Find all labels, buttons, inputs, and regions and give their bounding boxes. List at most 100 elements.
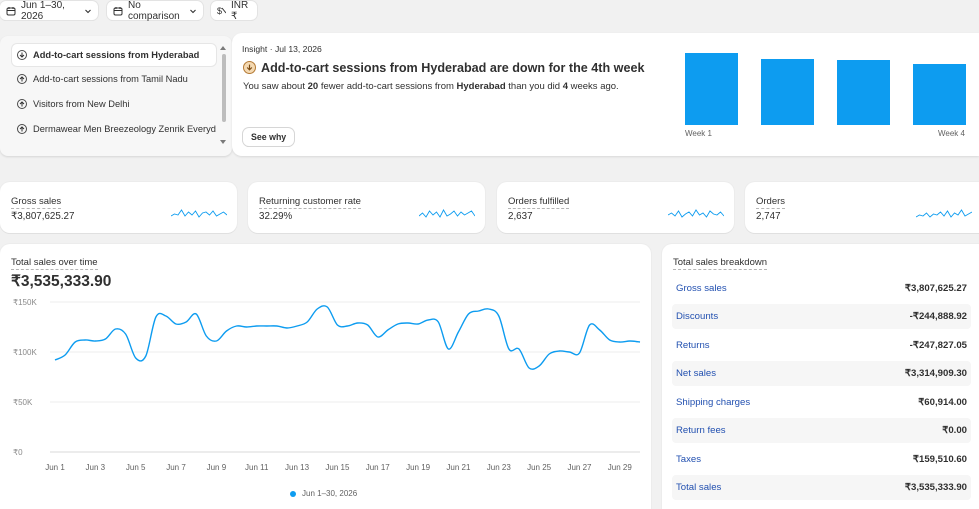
insight-item-label: Dermawear Men Breezeology Zenrik Everyd.… bbox=[33, 124, 216, 134]
insight-meta: Insight · Jul 13, 2026 bbox=[242, 44, 322, 54]
breakdown-row: Return fees ₹0.00 bbox=[672, 418, 971, 443]
week-bar bbox=[837, 60, 890, 125]
x-tick-label: Jun 17 bbox=[366, 463, 391, 472]
breakdown-link[interactable]: Shipping charges bbox=[676, 397, 750, 408]
breakdown-row: Gross sales ₹3,807,625.27 bbox=[672, 276, 971, 301]
see-why-button[interactable]: See why bbox=[243, 128, 295, 146]
breakdown-link[interactable]: Discounts bbox=[676, 311, 718, 322]
x-tick-label: Jun 3 bbox=[86, 463, 106, 472]
metric-card-orders-fulfilled[interactable]: Orders fulfilled 2,637 bbox=[497, 182, 734, 233]
y-tick-label: ₹0 bbox=[13, 448, 23, 457]
comparison-button[interactable]: No comparison bbox=[107, 0, 203, 22]
x-tick-label: Jun 5 bbox=[126, 463, 146, 472]
x-tick-label: Jun 7 bbox=[166, 463, 186, 472]
insight-item-label: Add-to-cart sessions from Tamil Nadu bbox=[33, 74, 188, 84]
metric-card-orders[interactable]: Orders 2,747 bbox=[745, 182, 979, 233]
sparkline bbox=[668, 209, 724, 218]
insight-detail-panel: Insight · Jul 13, 2026 Add-to-cart sessi… bbox=[232, 33, 979, 156]
breakdown-link[interactable]: Return fees bbox=[676, 425, 726, 436]
total-sales-chart-card: Total sales over time ₹3,535,333.90 ₹150… bbox=[0, 244, 651, 509]
x-tick-label: Jun 25 bbox=[527, 463, 552, 472]
breakdown-link[interactable]: Taxes bbox=[676, 454, 701, 465]
metric-card-gross-sales[interactable]: Gross sales ₹3,807,625.27 bbox=[0, 182, 237, 233]
currency-exchange-icon: $ bbox=[217, 6, 226, 15]
breakdown-link[interactable]: Returns bbox=[676, 340, 710, 351]
metric-title: Orders bbox=[756, 196, 786, 209]
week-bar bbox=[761, 59, 814, 125]
series-line bbox=[54, 305, 641, 370]
desc-city: Hyderabad bbox=[456, 81, 506, 92]
breakdown-value: -₹244,888.92 bbox=[909, 311, 967, 322]
metric-card-returning-customer-rate[interactable]: Returning customer rate 32.29% bbox=[248, 182, 485, 233]
metric-title: Orders fulfilled bbox=[508, 196, 570, 209]
insight-item-label: Visitors from New Delhi bbox=[33, 99, 130, 109]
currency-button[interactable]: $ INR ₹ bbox=[211, 0, 257, 22]
arrow-down-circle-icon bbox=[243, 61, 256, 74]
desc-text: than you did bbox=[505, 81, 563, 92]
sparkline bbox=[916, 209, 972, 218]
x-tick-label: Jun 29 bbox=[608, 463, 633, 472]
x-tick-label: Jun 1 bbox=[45, 463, 65, 472]
breakdown-value: ₹60,914.00 bbox=[918, 397, 967, 408]
insight-description: You saw about 20 fewer add-to-cart sessi… bbox=[243, 81, 619, 92]
desc-count: 20 bbox=[307, 81, 319, 92]
breakdown-value: ₹3,807,625.27 bbox=[904, 283, 967, 294]
metric-value: ₹3,807,625.27 bbox=[11, 211, 75, 222]
x-tick-label: Jun 21 bbox=[446, 463, 471, 472]
y-tick-label: ₹50K bbox=[13, 398, 33, 407]
chevron-down-icon bbox=[190, 9, 196, 13]
x-tick-label: Jun 23 bbox=[487, 463, 512, 472]
calendar-compare-icon bbox=[113, 6, 123, 15]
legend-label: Jun 1–30, 2026 bbox=[302, 489, 358, 498]
breakdown-value: ₹0.00 bbox=[942, 425, 967, 436]
insight-item[interactable]: Dermawear Men Breezeology Zenrik Everyd.… bbox=[12, 118, 216, 140]
desc-text: weeks ago. bbox=[567, 81, 619, 92]
insight-item[interactable]: Visitors from New Delhi bbox=[12, 93, 216, 115]
desc-text: You saw about bbox=[243, 81, 308, 92]
x-tick-label: Jun 13 bbox=[285, 463, 310, 472]
y-tick-label: ₹100K bbox=[13, 348, 37, 357]
x-tick-label: Jun 15 bbox=[325, 463, 350, 472]
date-range-label: Jun 1–30, 2026 bbox=[21, 0, 65, 22]
calendar-icon bbox=[6, 6, 16, 15]
insight-title: Add-to-cart sessions from Hyderabad are … bbox=[261, 61, 645, 75]
breakdown-link[interactable]: Total sales bbox=[676, 482, 721, 493]
svg-text:$: $ bbox=[217, 6, 222, 15]
week-end-label: Week 4 bbox=[938, 129, 965, 138]
metric-title: Returning customer rate bbox=[259, 196, 361, 209]
breakdown-row: Returns -₹247,827.05 bbox=[672, 333, 971, 358]
arrow-up-circle-icon bbox=[17, 124, 27, 134]
breakdown-value: ₹3,314,909.30 bbox=[904, 368, 967, 379]
breakdown-link[interactable]: Gross sales bbox=[676, 283, 727, 294]
scrollbar-thumb[interactable] bbox=[222, 54, 226, 122]
x-tick-label: Jun 27 bbox=[567, 463, 592, 472]
sparkline bbox=[419, 209, 475, 218]
week-start-label: Week 1 bbox=[685, 129, 712, 138]
breakdown-value: -₹247,827.05 bbox=[909, 340, 967, 351]
chevron-down-icon bbox=[85, 9, 91, 13]
comparison-label: No comparison bbox=[128, 0, 180, 22]
scroll-down-arrow[interactable] bbox=[220, 140, 226, 144]
metric-value: 32.29% bbox=[259, 211, 293, 222]
breakdown-row: Total sales ₹3,535,333.90 bbox=[672, 475, 971, 500]
y-tick-label: ₹150K bbox=[13, 298, 37, 307]
insights-list: Add-to-cart sessions from Hyderabad Add-… bbox=[0, 36, 232, 156]
metric-value: 2,747 bbox=[756, 211, 781, 222]
arrow-up-circle-icon bbox=[17, 99, 27, 109]
sales-line-chart: ₹150K ₹100K ₹50K ₹0 Jun 1 Jun 3 Jun 5 Jun 7 Jun … bbox=[13, 298, 641, 472]
scroll-up-arrow[interactable] bbox=[220, 46, 226, 50]
metric-title: Gross sales bbox=[11, 196, 62, 209]
currency-label: INR ₹ bbox=[231, 0, 249, 22]
arrow-down-circle-icon bbox=[17, 50, 27, 60]
breakdown-row: Shipping charges ₹60,914.00 bbox=[672, 390, 971, 415]
breakdown-link[interactable]: Net sales bbox=[676, 368, 716, 379]
metric-value: 2,637 bbox=[508, 211, 533, 222]
breakdown-row: Taxes ₹159,510.60 bbox=[672, 447, 971, 472]
sparkline bbox=[171, 209, 227, 218]
insight-item[interactable]: Add-to-cart sessions from Tamil Nadu bbox=[12, 68, 216, 90]
breakdown-value: ₹159,510.60 bbox=[912, 454, 967, 465]
breakdown-title: Total sales breakdown bbox=[673, 257, 767, 270]
date-range-button[interactable]: Jun 1–30, 2026 bbox=[0, 0, 98, 22]
insight-item[interactable]: Add-to-cart sessions from Hyderabad bbox=[12, 44, 216, 66]
sales-breakdown-card: Total sales breakdown Gross sales ₹3,807,… bbox=[662, 244, 979, 509]
